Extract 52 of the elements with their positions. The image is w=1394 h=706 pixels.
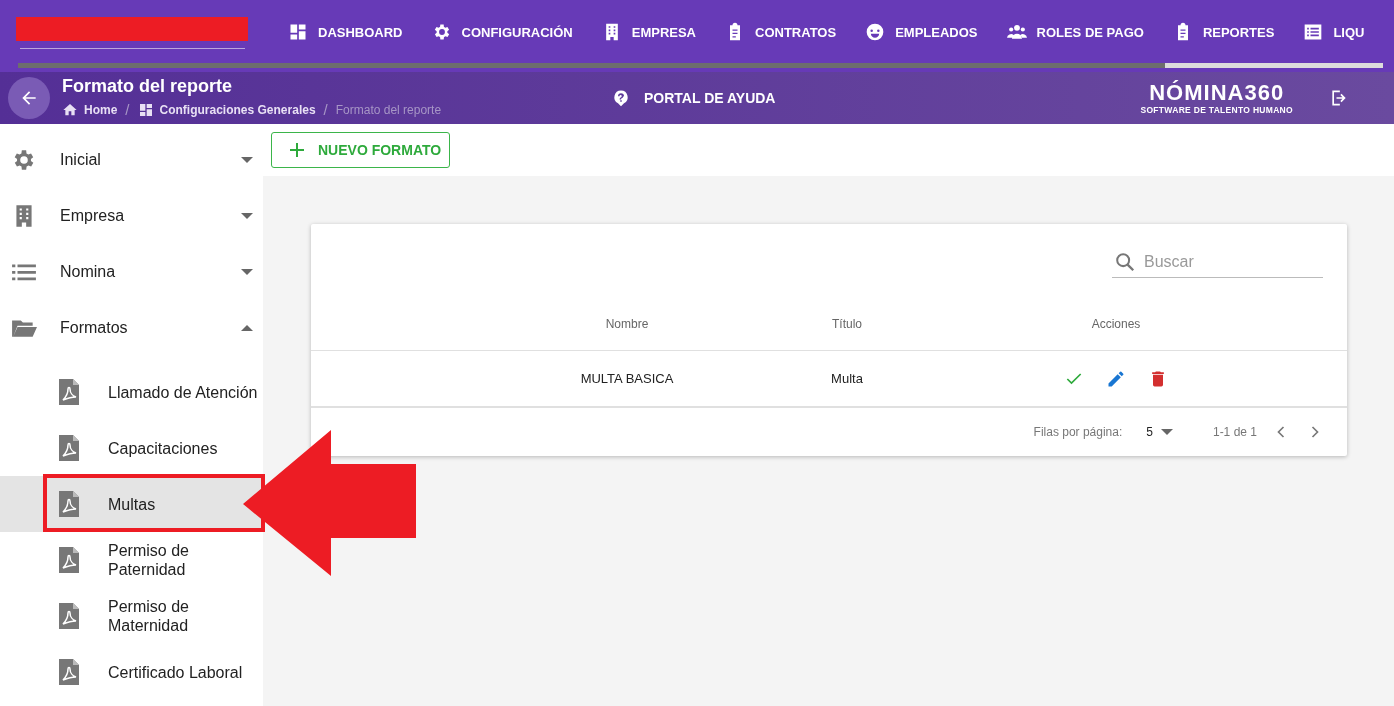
- pdf-file-icon: [59, 491, 79, 517]
- back-button[interactable]: [8, 77, 50, 119]
- sidebar-item[interactable]: Inicial: [0, 132, 263, 188]
- logo-tagline: SOFTWARE DE TALENTO HUMANO: [1140, 105, 1293, 115]
- nav-tab[interactable]: REPORTES: [1172, 22, 1275, 42]
- list-icon: [1303, 22, 1324, 42]
- sidebar-item[interactable]: Formatos: [0, 300, 263, 356]
- scrollbar[interactable]: [18, 63, 1383, 68]
- dashboard-icon: [137, 101, 154, 118]
- nav-tab[interactable]: EMPLEADOS: [865, 22, 978, 42]
- page-title: Formato del reporte: [62, 76, 234, 97]
- pdf-file-icon: [59, 379, 79, 405]
- breadcrumb-separator: /: [323, 101, 328, 118]
- caret-down-icon: [1160, 428, 1173, 436]
- sidebar-item[interactable]: Permiso de Paternidad: [0, 532, 263, 588]
- page-range: 1-1 de 1: [1212, 425, 1257, 439]
- sidebar-item[interactable]: Certificado Laboral: [0, 644, 263, 700]
- column-header: Nombre: [604, 317, 650, 331]
- sidebar-item[interactable]: Permiso de Maternidad: [0, 588, 263, 644]
- breadcrumb-separator: /: [125, 101, 130, 118]
- sidebar-item[interactable]: Empresa: [0, 188, 263, 244]
- pdf-file-icon: [59, 435, 79, 461]
- sidebar-item[interactable]: Capacitaciones: [0, 420, 263, 476]
- help-link[interactable]: PORTAL DE AYUDA: [612, 89, 776, 107]
- rows-per-page-label: Filas por página:: [1033, 425, 1123, 439]
- nav-tab[interactable]: CONTRATOS: [725, 22, 837, 42]
- pdf-file-icon: [59, 659, 79, 685]
- nav-tab[interactable]: LIQU: [1303, 22, 1365, 42]
- dashboard-icon: [288, 22, 308, 42]
- breadcrumb-link[interactable]: Home: [62, 101, 118, 118]
- home-icon: [62, 101, 78, 118]
- search-icon: [1114, 250, 1136, 273]
- plus-icon: [290, 143, 304, 157]
- column-header: Título: [831, 317, 863, 331]
- pdf-file-icon: [59, 603, 79, 629]
- rows-per-page-select[interactable]: 5: [1146, 425, 1183, 439]
- nav-tab[interactable]: EMPRESA: [601, 22, 696, 42]
- logo-text: NÓMINA360: [1149, 81, 1285, 105]
- nav-tab[interactable]: DASHBOARD: [288, 22, 403, 42]
- nav-tab[interactable]: CONFIGURACIÓN: [431, 22, 573, 42]
- column-header: Acciones: [1090, 317, 1142, 331]
- help-icon: [612, 89, 630, 107]
- users-icon: [1006, 22, 1027, 42]
- sidebar-item[interactable]: Nomina: [0, 244, 263, 300]
- sidebar-item[interactable]: Llamado de Atención: [0, 364, 263, 420]
- table-cell-text: Multa: [830, 371, 864, 386]
- face-icon: [865, 22, 886, 42]
- nav-tab[interactable]: ROLES DE PAGO: [1006, 22, 1144, 42]
- scrollbar-thumb[interactable]: [1165, 63, 1383, 68]
- pdf-file-icon: [59, 547, 79, 573]
- table-cell-text: MULTA BASICA: [579, 371, 675, 386]
- breadcrumb-link[interactable]: Configuraciones Generales: [137, 101, 316, 118]
